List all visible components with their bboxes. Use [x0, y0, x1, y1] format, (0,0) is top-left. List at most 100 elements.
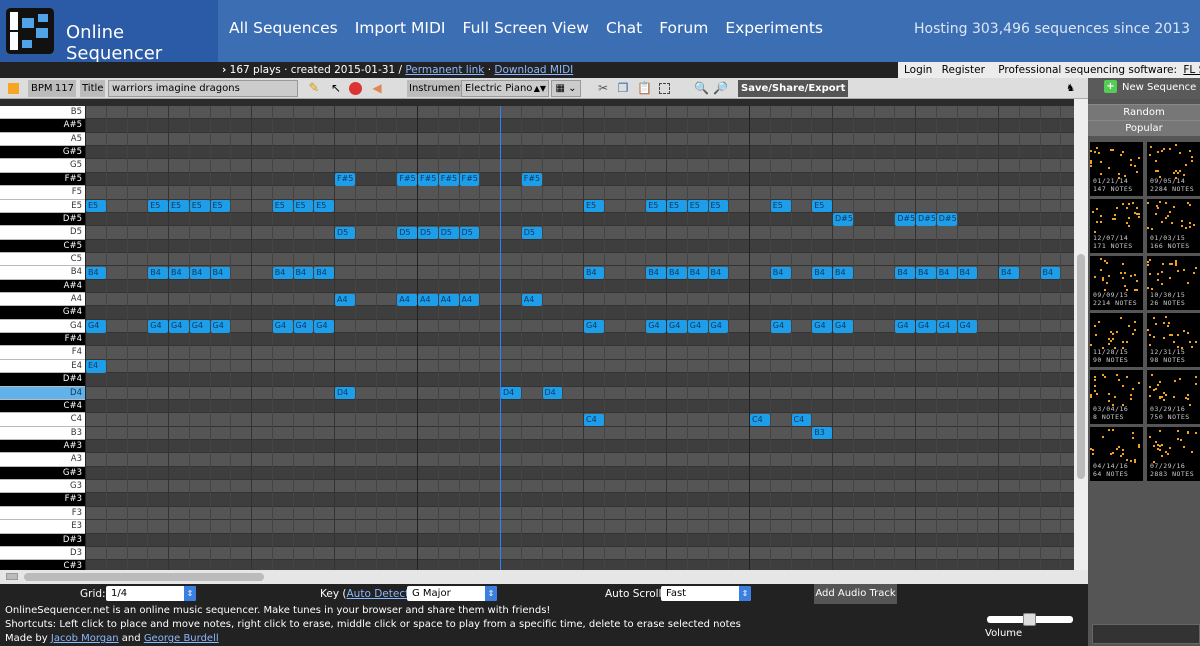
note[interactable]: D5	[521, 226, 542, 240]
note[interactable]: D#5	[916, 213, 936, 226]
piano-key-c4[interactable]: C4	[0, 413, 85, 427]
add-audio-track-button[interactable]: Add Audio Track	[814, 584, 897, 604]
piano-key-e4[interactable]: E4	[0, 359, 85, 374]
note[interactable]: A4	[459, 293, 480, 306]
sequence-thumbnail[interactable]: 10/30/15 26 NOTES	[1147, 256, 1200, 310]
note[interactable]: C4	[750, 413, 770, 427]
note[interactable]: D#5	[833, 213, 853, 226]
sequence-thumbnail[interactable]: 01/21/14 147 NOTES	[1090, 142, 1143, 196]
sequence-thumbnail[interactable]: 07/29/16 2883 NOTES	[1147, 427, 1200, 481]
save-share-button[interactable]: Save/Share/Export	[738, 80, 849, 97]
note[interactable]: A4	[521, 293, 542, 306]
note[interactable]: G4	[687, 320, 708, 333]
note[interactable]: G4	[293, 320, 314, 333]
nav-forum[interactable]: Forum	[659, 19, 708, 37]
piano-key-ds4[interactable]: D#4	[0, 373, 85, 387]
note[interactable]: G4	[957, 320, 978, 333]
logo-area[interactable]: Online Sequencer	[0, 0, 218, 64]
horizontal-scrollbar[interactable]	[0, 570, 1088, 584]
sequence-thumbnail[interactable]: 03/04/16 8 NOTES	[1090, 370, 1143, 424]
piano-key-e5[interactable]: E5	[0, 199, 85, 213]
note[interactable]: G4	[210, 320, 231, 333]
note[interactable]: B4	[667, 266, 687, 280]
note[interactable]: G4	[86, 320, 106, 333]
note[interactable]: B4	[1040, 266, 1061, 280]
zoom-out-icon[interactable]: 🔎	[713, 80, 728, 97]
note[interactable]: G4	[148, 320, 168, 333]
note[interactable]: B4	[957, 266, 978, 280]
piano-key-d4[interactable]: D4	[0, 386, 85, 400]
note[interactable]: B4	[210, 266, 231, 280]
note[interactable]: B4	[708, 266, 729, 280]
note[interactable]: G4	[272, 320, 293, 333]
permanent-link[interactable]: Permanent link	[405, 64, 484, 76]
note[interactable]: B4	[687, 266, 708, 280]
note[interactable]: G4	[314, 320, 334, 333]
piano-key-a3[interactable]: A3	[0, 453, 85, 467]
note[interactable]: F#5	[335, 173, 355, 186]
piano-key-ds5[interactable]: D#5	[0, 212, 85, 227]
sequence-thumbnail[interactable]: 01/03/15 166 NOTES	[1147, 199, 1200, 253]
piano-key-gs3[interactable]: G#3	[0, 466, 85, 481]
note[interactable]: B4	[770, 266, 791, 280]
note[interactable]: E5	[812, 200, 832, 213]
grid-view-icon[interactable]: ▦ ⌄	[551, 80, 581, 97]
note[interactable]: D4	[542, 387, 563, 400]
note[interactable]: B4	[272, 266, 293, 280]
piano-key-cs4[interactable]: C#4	[0, 399, 85, 414]
note[interactable]: A4	[335, 293, 355, 306]
key-select[interactable]: G Major ⇕	[407, 586, 497, 601]
piano-key-fs5[interactable]: F#5	[0, 172, 85, 187]
note[interactable]: E4	[86, 360, 106, 373]
note[interactable]: B4	[86, 266, 106, 280]
piano-key-fs3[interactable]: F#3	[0, 493, 85, 507]
bpm-input[interactable]: 117	[54, 80, 76, 97]
note[interactable]: E5	[314, 200, 334, 213]
piano-key-c5[interactable]: C5	[0, 252, 85, 267]
note[interactable]: E5	[646, 200, 666, 213]
sequence-thumbnail[interactable]: 03/29/16 750 NOTES	[1147, 370, 1200, 424]
note[interactable]: B4	[812, 266, 832, 280]
piano-key-as3[interactable]: A#3	[0, 440, 85, 454]
note[interactable]: E5	[86, 200, 106, 213]
fl-studio-link[interactable]: FL Studio	[1183, 64, 1200, 76]
note[interactable]: E5	[148, 200, 168, 213]
cut-icon[interactable]: ✂	[596, 80, 610, 97]
note[interactable]: F#5	[438, 173, 459, 186]
note[interactable]: D5	[397, 226, 417, 240]
piano-key-ds3[interactable]: D#3	[0, 533, 85, 547]
note[interactable]: D4	[501, 387, 521, 400]
volume-slider[interactable]	[987, 613, 1073, 626]
sequence-thumbnail[interactable]: 04/14/16 64 NOTES	[1090, 427, 1143, 481]
piano-key-cs3[interactable]: C#3	[0, 560, 85, 570]
note[interactable]: G4	[667, 320, 687, 333]
note[interactable]: A4	[438, 293, 459, 306]
piano-key-b4[interactable]: B4	[0, 266, 85, 280]
piano-key-as5[interactable]: A#5	[0, 119, 85, 133]
note[interactable]: F#5	[418, 173, 438, 186]
nav-experiments[interactable]: Experiments	[725, 19, 823, 37]
note[interactable]: B4	[169, 266, 189, 280]
piano-key-b5[interactable]: B5	[0, 106, 85, 120]
select-all-icon[interactable]	[659, 83, 670, 94]
scroll-thumb-horizontal[interactable]	[24, 573, 264, 581]
author-link-2[interactable]: George Burdell	[144, 633, 219, 644]
note[interactable]: E5	[272, 200, 293, 213]
stop-icon[interactable]	[8, 83, 19, 94]
piano-key-gs4[interactable]: G#4	[0, 306, 85, 320]
note[interactable]: D#5	[895, 213, 915, 226]
popular-button[interactable]: Popular	[1088, 120, 1200, 136]
paste-icon[interactable]: 📋	[637, 80, 652, 97]
note[interactable]: G4	[936, 320, 957, 333]
zoom-in-icon[interactable]: 🔍	[694, 80, 709, 97]
note[interactable]: G4	[189, 320, 210, 333]
copy-icon[interactable]: ❐	[616, 80, 630, 97]
piano-key-fs4[interactable]: F#4	[0, 333, 85, 347]
note[interactable]: E5	[687, 200, 708, 213]
piano-key-gs5[interactable]: G#5	[0, 146, 85, 160]
new-sequence-button[interactable]: + New Sequence	[1088, 78, 1200, 99]
erase-icon[interactable]	[349, 82, 362, 95]
note[interactable]: F#5	[459, 173, 480, 186]
piano-roll[interactable]: B5 A#5 A5 G#5 G5 F#5 F5 E5 D#5 D5 C#5 C5 B4 A#4 A4 G#4 G…	[0, 106, 1074, 570]
nav-all-sequences[interactable]: All Sequences	[229, 19, 338, 37]
